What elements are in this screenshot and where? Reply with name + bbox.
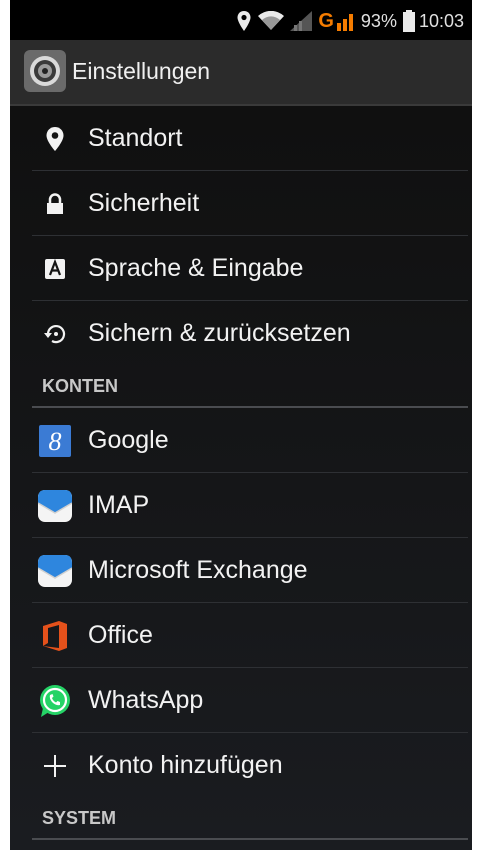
add-account-label: Konto hinzufügen	[88, 751, 283, 779]
status-icons: G 93% 10:03	[230, 8, 464, 34]
email-icon	[38, 554, 72, 588]
account-item-label: Microsoft Exchange	[88, 556, 308, 584]
language-input-icon	[38, 252, 72, 286]
account-item-office[interactable]: Office	[32, 603, 468, 668]
section-title: SYSTEM	[42, 808, 117, 828]
settings-item-label: Sprache & Eingabe	[88, 254, 304, 282]
lock-icon	[38, 187, 72, 221]
settings-item-backup[interactable]: Sichern & zurücksetzen	[32, 301, 468, 365]
account-item-label: WhatsApp	[88, 686, 204, 714]
google-icon: 8	[38, 424, 72, 458]
wifi-icon	[258, 11, 285, 31]
settings-screen: G 93% 10:03 Einstellungen Standort Siche…	[10, 0, 472, 850]
account-item-google[interactable]: 8 Google	[32, 408, 468, 473]
section-title: KONTEN	[42, 376, 118, 396]
settings-item-language[interactable]: Sprache & Eingabe	[32, 236, 468, 301]
account-item-imap[interactable]: IMAP	[32, 473, 468, 538]
network-signal-icon: G	[318, 10, 357, 33]
action-bar: Einstellungen	[10, 40, 472, 106]
account-item-label: IMAP	[88, 491, 150, 519]
settings-item-label: Sicherheit	[88, 189, 200, 217]
battery-percent: 93%	[360, 10, 397, 31]
account-item-whatsapp[interactable]: WhatsApp	[32, 668, 468, 733]
add-account-button[interactable]: Konto hinzufügen	[32, 733, 468, 797]
battery-icon	[402, 10, 415, 32]
settings-item-label: Sichern & zurücksetzen	[88, 319, 351, 347]
office-icon	[38, 619, 72, 653]
settings-item-location[interactable]: Standort	[32, 106, 468, 171]
plus-icon	[38, 749, 72, 783]
status-bar: G 93% 10:03	[10, 0, 472, 40]
account-item-exchange[interactable]: Microsoft Exchange	[32, 538, 468, 603]
whatsapp-icon	[38, 684, 72, 718]
settings-item-security[interactable]: Sicherheit	[32, 171, 468, 236]
svg-text:8: 8	[49, 427, 62, 456]
page-title: Einstellungen	[72, 58, 211, 84]
location-icon	[236, 10, 252, 32]
signal-icon	[290, 11, 313, 31]
section-header-system: SYSTEM	[32, 798, 468, 840]
settings-item-label: Standort	[88, 124, 183, 152]
clock: 10:03	[418, 10, 464, 31]
location-pin-icon	[38, 122, 72, 156]
section-header-accounts: KONTEN	[32, 366, 468, 408]
account-item-label: Office	[88, 621, 153, 649]
email-icon	[38, 489, 72, 523]
account-item-label: Google	[88, 426, 169, 454]
backup-restore-icon	[38, 317, 72, 351]
settings-app-icon[interactable]	[24, 50, 66, 92]
network-type: G	[318, 9, 334, 32]
